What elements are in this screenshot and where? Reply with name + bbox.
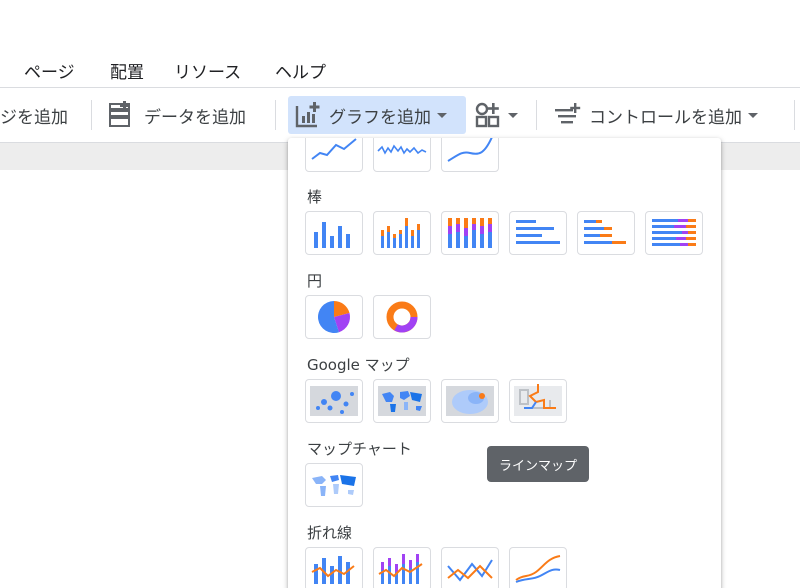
chevron-down-icon (437, 112, 447, 118)
chart-option-donut[interactable] (373, 295, 431, 339)
shapes-icon (475, 102, 500, 128)
chart-option-timeseries[interactable] (305, 138, 363, 172)
toolbar-separator (536, 100, 537, 130)
toolbar-separator (794, 100, 795, 130)
stacked-combo-chart-icon (378, 554, 423, 584)
chart-option-smoothed-line-2[interactable] (509, 547, 567, 588)
smoothed-line-chart-icon (447, 138, 493, 162)
line-map-icon (514, 384, 562, 416)
chart-picker-dropdown: 棒 円 Google マップ マップチャート 折れ線 (288, 138, 721, 588)
smoothed-line-chart-icon (515, 555, 561, 583)
stacked-bar-chart-icon (584, 220, 626, 244)
toolbar: ジを追加 データを追加 グラフを追加 コントロールを追加 (0, 88, 800, 142)
stacked-column-chart-icon (381, 218, 420, 248)
top-bar (0, 0, 800, 50)
sparkline-chart-icon (377, 144, 427, 155)
toolbar-separator (91, 100, 92, 130)
percent-stacked-bar-chart-icon (652, 219, 696, 246)
report-editor: ページ 配置 リソース ヘルプ ジを追加 データを追加 グラフを追加 コントロー… (0, 0, 800, 588)
percent-stacked-column-chart-icon (448, 218, 492, 248)
chart-option-pie[interactable] (305, 295, 363, 339)
chart-option-stacked-combo[interactable] (373, 547, 431, 588)
add-chart-label: グラフを追加 (329, 107, 431, 128)
add-data-label: データを追加 (144, 107, 246, 128)
chart-option-bubble-map[interactable] (305, 379, 363, 423)
chart-option-bar[interactable] (509, 211, 567, 255)
section-label-bar: 棒 (307, 188, 323, 206)
bubble-map-icon (310, 386, 358, 416)
section-label-line: 折れ線 (307, 524, 353, 542)
chart-option-line[interactable] (441, 547, 499, 588)
pie-chart-icon (318, 301, 351, 333)
chart-option-stacked-column[interactable] (373, 211, 431, 255)
menu-arrange[interactable]: 配置 (110, 58, 144, 83)
add-data-button[interactable]: データを追加 (107, 96, 246, 134)
menu-page[interactable]: ページ (24, 58, 75, 83)
add-control-button[interactable]: コントロールを追加 (553, 96, 758, 134)
add-data-icon (109, 101, 130, 127)
chart-option-stacked-bar[interactable] (577, 211, 635, 255)
chart-option-heatmap[interactable] (441, 379, 499, 423)
column-chart-icon (314, 222, 350, 248)
add-chart-button[interactable]: グラフを追加 (288, 96, 466, 134)
donut-chart-icon (386, 301, 418, 333)
chevron-down-icon (508, 112, 518, 118)
chevron-down-icon (748, 112, 758, 118)
toolbar-separator (275, 100, 276, 130)
add-component-button[interactable] (474, 96, 518, 134)
section-label-google-maps: Google マップ (307, 356, 410, 374)
add-control-icon (555, 103, 581, 124)
chart-option-filled-map[interactable] (373, 379, 431, 423)
chart-option-combo[interactable] (305, 547, 363, 588)
heatmap-icon (446, 386, 494, 416)
menu-bar: ページ 配置 リソース ヘルプ (0, 50, 800, 88)
add-control-label: コントロールを追加 (589, 107, 742, 128)
filled-map-icon (378, 386, 426, 416)
chart-option-100-stacked-column[interactable] (441, 211, 499, 255)
add-page-label: ジを追加 (0, 107, 68, 128)
chart-option-100-stacked-bar[interactable] (645, 211, 703, 255)
chart-option-smoothed-line[interactable] (441, 138, 499, 172)
combo-chart-icon (311, 556, 355, 584)
menu-help[interactable]: ヘルプ (275, 58, 326, 83)
time-series-chart-icon (311, 138, 357, 160)
chart-option-column[interactable] (305, 211, 363, 255)
chart-option-line-map[interactable] (509, 379, 567, 423)
bar-chart-icon (516, 220, 560, 244)
add-chart-icon (295, 102, 320, 128)
line-chart-icon (447, 559, 493, 582)
chart-option-geo-chart[interactable] (305, 463, 363, 507)
chart-option-sparkline[interactable] (373, 138, 431, 172)
add-page-button[interactable]: ジを追加 (0, 96, 68, 134)
geo-chart-icon (312, 475, 356, 496)
section-label-geo-chart: マップチャート (307, 440, 412, 458)
section-label-pie: 円 (307, 272, 323, 290)
tooltip: ラインマップ (487, 446, 589, 482)
menu-resource[interactable]: リソース (174, 58, 241, 83)
